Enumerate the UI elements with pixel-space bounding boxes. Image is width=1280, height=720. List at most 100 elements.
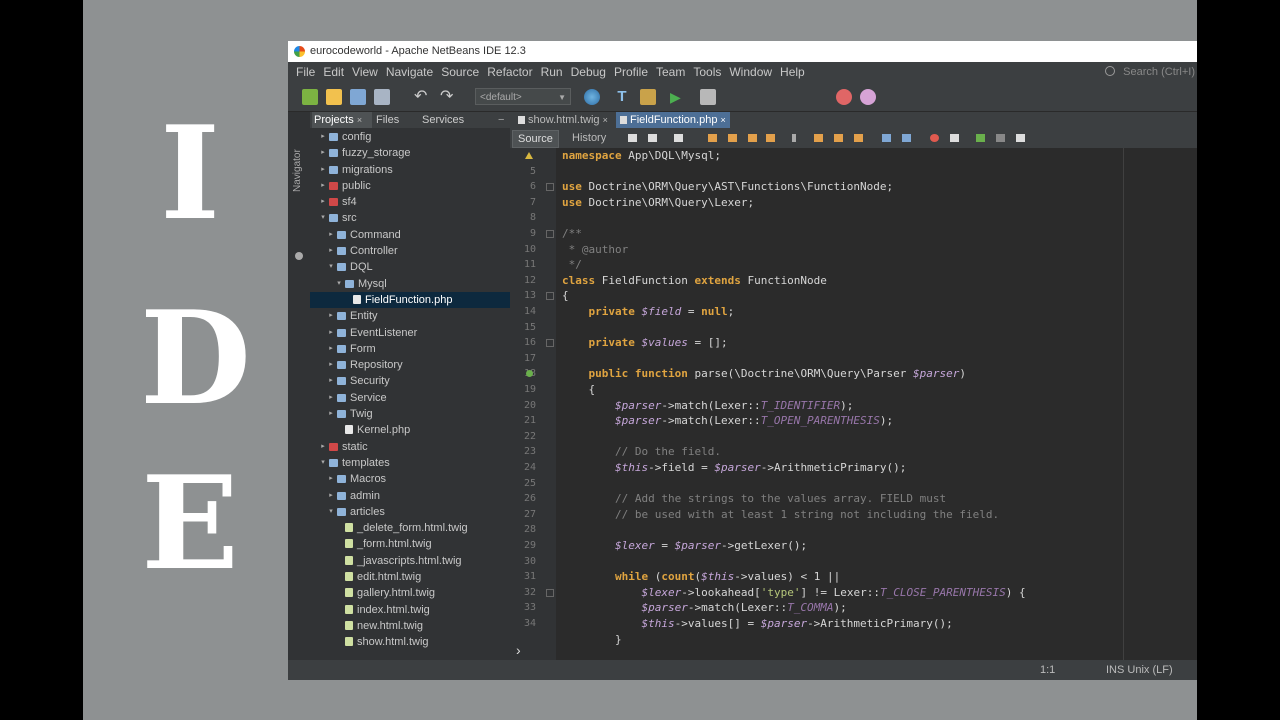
menu-file[interactable]: File: [292, 62, 319, 83]
undo-icon[interactable]: ↶: [414, 89, 430, 105]
tree-item[interactable]: ▸ Twig: [310, 406, 510, 422]
menu-navigate[interactable]: Navigate: [382, 62, 437, 83]
menu-source[interactable]: Source: [437, 62, 483, 83]
chevron-right-icon[interactable]: ▸: [326, 227, 336, 243]
tree-item[interactable]: ▸ Macros: [310, 471, 510, 487]
chevron-down-icon[interactable]: ▾: [318, 210, 328, 226]
tree-item[interactable]: ▸ static: [310, 439, 510, 455]
toggle-highlight-icon[interactable]: [766, 134, 775, 142]
new-project-icon[interactable]: [302, 89, 318, 105]
tree-item[interactable]: ▸ Security: [310, 373, 510, 389]
menu-edit[interactable]: Edit: [319, 62, 348, 83]
tree-item[interactable]: ▸ fuzzy_storage: [310, 145, 510, 161]
redo-icon[interactable]: ↷: [440, 89, 456, 105]
tree-item[interactable]: ▸ Repository: [310, 357, 510, 373]
tab-files[interactable]: Files: [376, 112, 399, 128]
chevron-right-icon[interactable]: ›: [516, 642, 521, 658]
minimize-icon[interactable]: −: [498, 112, 504, 128]
chevron-right-icon[interactable]: ▸: [318, 194, 328, 210]
menu-team[interactable]: Team: [652, 62, 689, 83]
diff-icon[interactable]: [1016, 134, 1025, 142]
globe-icon[interactable]: [584, 89, 600, 105]
tab-services[interactable]: Services: [422, 112, 464, 128]
chevron-down-icon[interactable]: ▾: [334, 276, 344, 292]
back-icon[interactable]: [648, 134, 657, 142]
menu-profile[interactable]: Profile: [610, 62, 652, 83]
tree-item[interactable]: show.html.twig: [310, 634, 510, 650]
chevron-right-icon[interactable]: ▸: [326, 308, 336, 324]
tree-item[interactable]: ▸ config: [310, 129, 510, 145]
chevron-right-icon[interactable]: ▸: [326, 488, 336, 504]
tree-item[interactable]: ▸ Service: [310, 390, 510, 406]
chevron-right-icon[interactable]: ▸: [326, 357, 336, 373]
menu-refactor[interactable]: Refactor: [483, 62, 536, 83]
debug-icon[interactable]: [700, 89, 716, 105]
menu-view[interactable]: View: [348, 62, 382, 83]
tree-item[interactable]: _delete_form.html.twig: [310, 520, 510, 536]
tree-item[interactable]: new.html.twig: [310, 618, 510, 634]
tree-item[interactable]: ▸ Controller: [310, 243, 510, 259]
close-icon[interactable]: ×: [603, 115, 608, 125]
open-project-icon[interactable]: [350, 89, 366, 105]
new-file-icon[interactable]: [326, 89, 342, 105]
chevron-down-icon[interactable]: ▾: [318, 455, 328, 471]
toggle-bookmark-icon[interactable]: [792, 134, 796, 142]
warning-icon[interactable]: [525, 152, 533, 159]
chevron-right-icon[interactable]: ▸: [326, 471, 336, 487]
tree-item[interactable]: _form.html.twig: [310, 536, 510, 552]
tab-show-html-twig[interactable]: show.html.twig ×: [514, 112, 612, 128]
tab-projects[interactable]: Projects ×: [312, 112, 372, 128]
clean-build-icon[interactable]: [640, 89, 656, 105]
validate-icon[interactable]: [996, 134, 1005, 142]
tree-item[interactable]: ▸ Form: [310, 341, 510, 357]
shift-right-icon[interactable]: [882, 134, 891, 142]
tree-item[interactable]: ▸ EventListener: [310, 325, 510, 341]
stop-macro-icon[interactable]: [950, 134, 959, 142]
last-edit-icon[interactable]: [628, 134, 637, 142]
start-macro-icon[interactable]: [930, 134, 939, 142]
chevron-down-icon[interactable]: ▾: [326, 259, 336, 275]
fold-icon[interactable]: [546, 230, 554, 238]
chevron-right-icon[interactable]: ▸: [318, 162, 328, 178]
tree-item[interactable]: ▾ articles: [310, 504, 510, 520]
chevron-right-icon[interactable]: ▸: [326, 390, 336, 406]
tree-item[interactable]: ▾ src: [310, 210, 510, 226]
check-icon[interactable]: [976, 134, 985, 142]
tab-fieldfunction-php[interactable]: FieldFunction.php ×: [616, 112, 730, 128]
chevron-right-icon[interactable]: ▸: [318, 129, 328, 145]
chevron-right-icon[interactable]: ▸: [318, 439, 328, 455]
next-bookmark-icon[interactable]: [834, 134, 843, 142]
fold-icon[interactable]: [546, 588, 554, 597]
close-project-icon[interactable]: [374, 89, 390, 105]
chevron-right-icon[interactable]: ▸: [318, 178, 328, 194]
find-selection-icon[interactable]: [748, 134, 757, 142]
menu-help[interactable]: Help: [776, 62, 809, 83]
run-icon[interactable]: ▶: [670, 89, 686, 105]
code-area[interactable]: namespace App\DQL\Mysql; 5 6 use Doctrine\O…: [524, 148, 1197, 680]
tree-item[interactable]: ▸ admin: [310, 488, 510, 504]
tree-item[interactable]: ▸ Command: [310, 227, 510, 243]
tree-item[interactable]: ▸ public: [310, 178, 510, 194]
chevron-right-icon[interactable]: ▸: [326, 373, 336, 389]
chevron-right-icon[interactable]: ▸: [318, 145, 328, 161]
navigator-tab[interactable]: Navigator: [292, 149, 303, 192]
fold-icon[interactable]: [546, 339, 554, 348]
chevron-right-icon[interactable]: ▸: [326, 243, 336, 259]
menu-run[interactable]: Run: [537, 62, 567, 83]
search-field[interactable]: Search (Ctrl+I): [1105, 62, 1195, 83]
history-tab[interactable]: History: [572, 128, 606, 148]
menu-debug[interactable]: Debug: [567, 62, 610, 83]
cancel-icon[interactable]: [860, 89, 876, 105]
tree-item[interactable]: gallery.html.twig: [310, 585, 510, 601]
fold-icon[interactable]: [546, 292, 554, 301]
menu-window[interactable]: Window: [725, 62, 776, 83]
chevron-right-icon[interactable]: ▸: [326, 406, 336, 422]
find-next-icon[interactable]: [728, 134, 737, 142]
tree-item[interactable]: ▸ migrations: [310, 162, 510, 178]
configuration-select[interactable]: <default> ▼: [475, 88, 571, 105]
shift-left-icon[interactable]: [854, 134, 863, 142]
tree-item[interactable]: _javascripts.html.twig: [310, 553, 510, 569]
previous-bookmark-icon[interactable]: [814, 134, 823, 142]
tree-item[interactable]: ▾ DQL: [310, 259, 510, 275]
tree-item[interactable]: edit.html.twig: [310, 569, 510, 585]
